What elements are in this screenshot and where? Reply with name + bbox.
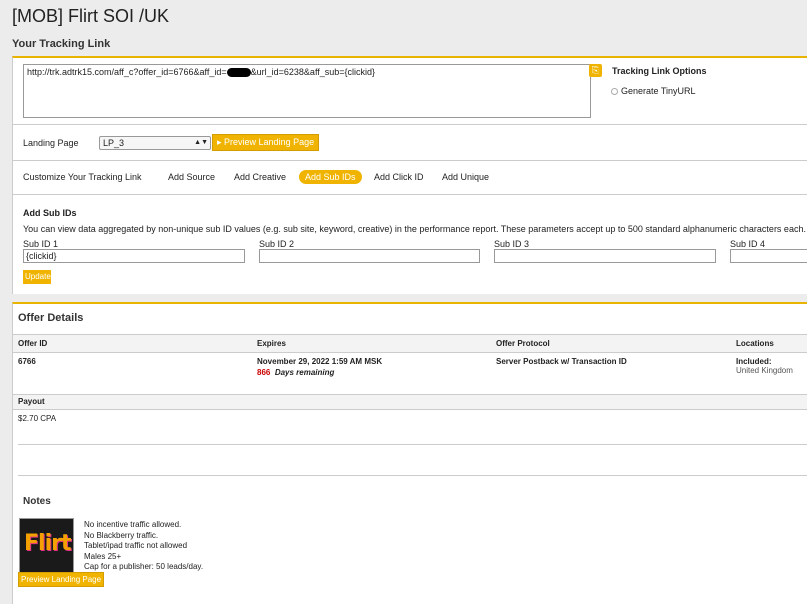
tracking-url-field[interactable]: http://trk.adtrk15.com/aff_c?offer_id=67… [23,64,591,118]
sub-id-2-input[interactable] [259,249,480,263]
notes-preview-landing-page-button[interactable]: Preview Landing Page [18,572,105,587]
offer-id-value: 6766 [18,357,36,366]
select-arrows-icon: ▲▼ [194,139,208,146]
landing-page-select[interactable]: LP_3 ▲▼ [99,136,211,150]
days-label: Days remaining [274,368,335,377]
landing-page-label: Landing Page [23,138,79,148]
locations-included-label: Included: [736,357,772,366]
logo-text: Flirt [24,531,71,556]
sub-ids-title: Add Sub IDs [23,208,77,218]
preview-button-label: Preview Landing Page [224,137,315,147]
protocol-value: Server Postback w/ Transaction ID [496,357,627,366]
payout-value: $2.70 CPA [18,414,57,423]
note-line: No Blackberry traffic. [84,530,159,540]
add-creative-link[interactable]: Add Creative [234,172,286,182]
note-line: Cap for a publisher: 50 leads/day. [84,562,204,571]
tracking-section-title: Your Tracking Link [12,38,111,50]
radio-icon[interactable] [611,88,618,96]
divider [18,475,807,476]
tracking-url-suffix: &url_id=6238&aff_sub={clickid} [250,67,376,77]
header-locations: Locations [736,339,774,348]
redacted-affiliate-id [226,68,251,78]
customize-label: Customize Your Tracking Link [23,172,142,182]
divider [13,194,807,195]
sub-id-4-label: Sub ID 4 [730,239,766,249]
add-source-link[interactable]: Add Source [168,172,215,182]
expires-value: November 29, 2022 1:59 AM MSK [257,357,383,366]
tinyurl-label: Generate TinyURL [621,86,696,96]
tracking-url-prefix: http://trk.adtrk15.com/aff_c?offer_id=67… [27,67,227,77]
days-count: 866 [257,368,271,377]
header-offer-protocol: Offer Protocol [496,339,550,348]
divider [18,444,807,445]
divider [13,160,807,161]
offer-table-header: Offer ID Expires Offer Protocol Location… [13,334,807,353]
offer-details-panel: Offer Details Offer ID Expires Offer Pro… [12,302,807,604]
notes-title: Notes [23,496,51,507]
payout-header: Payout [13,394,807,410]
notes-list: No incentive traffic allowed. No Blackbe… [84,520,203,573]
sub-id-2-label: Sub ID 2 [259,239,295,249]
tracking-panel: http://trk.adtrk15.com/aff_c?offer_id=67… [12,56,807,294]
sub-id-3-input[interactable] [494,249,716,263]
sub-id-3-label: Sub ID 3 [494,239,530,249]
note-line: Males 25+ [84,551,122,561]
add-sub-ids-tab[interactable]: Add Sub IDs [299,170,362,184]
sub-id-1-input[interactable]: {clickid} [23,249,245,263]
page-title: [MOB] Flirt SOI /UK [12,6,170,26]
payout-header-label: Payout [18,397,45,406]
play-icon: ▸ [217,137,225,147]
sub-ids-description: You can view data aggregated by non-uniq… [23,224,806,234]
sub-id-4-input[interactable] [730,249,807,263]
preview-landing-page-button[interactable]: ▸ Preview Landing Page [212,134,320,151]
offer-logo: Flirt [19,518,74,573]
landing-page-value: LP_3 [103,138,125,148]
copy-icon[interactable]: ⎘ [589,64,602,77]
days-remaining: 866 Days remaining [257,368,334,377]
add-unique-link[interactable]: Add Unique [442,172,489,182]
update-button[interactable]: Update [23,270,51,284]
header-expires: Expires [257,339,286,348]
note-line: Tablet/ipad traffic not allowed [84,541,188,550]
generate-tinyurl-option[interactable]: Generate TinyURL [611,86,696,96]
locations-value: United Kingdom [736,366,793,375]
add-click-id-link[interactable]: Add Click ID [374,172,424,182]
sub-id-1-label: Sub ID 1 [23,239,59,249]
divider [13,124,807,125]
offer-details-title: Offer Details [18,312,84,324]
header-offer-id: Offer ID [18,339,48,348]
note-line: No incentive traffic allowed. [84,520,182,529]
tracking-options-title: Tracking Link Options [612,66,707,76]
